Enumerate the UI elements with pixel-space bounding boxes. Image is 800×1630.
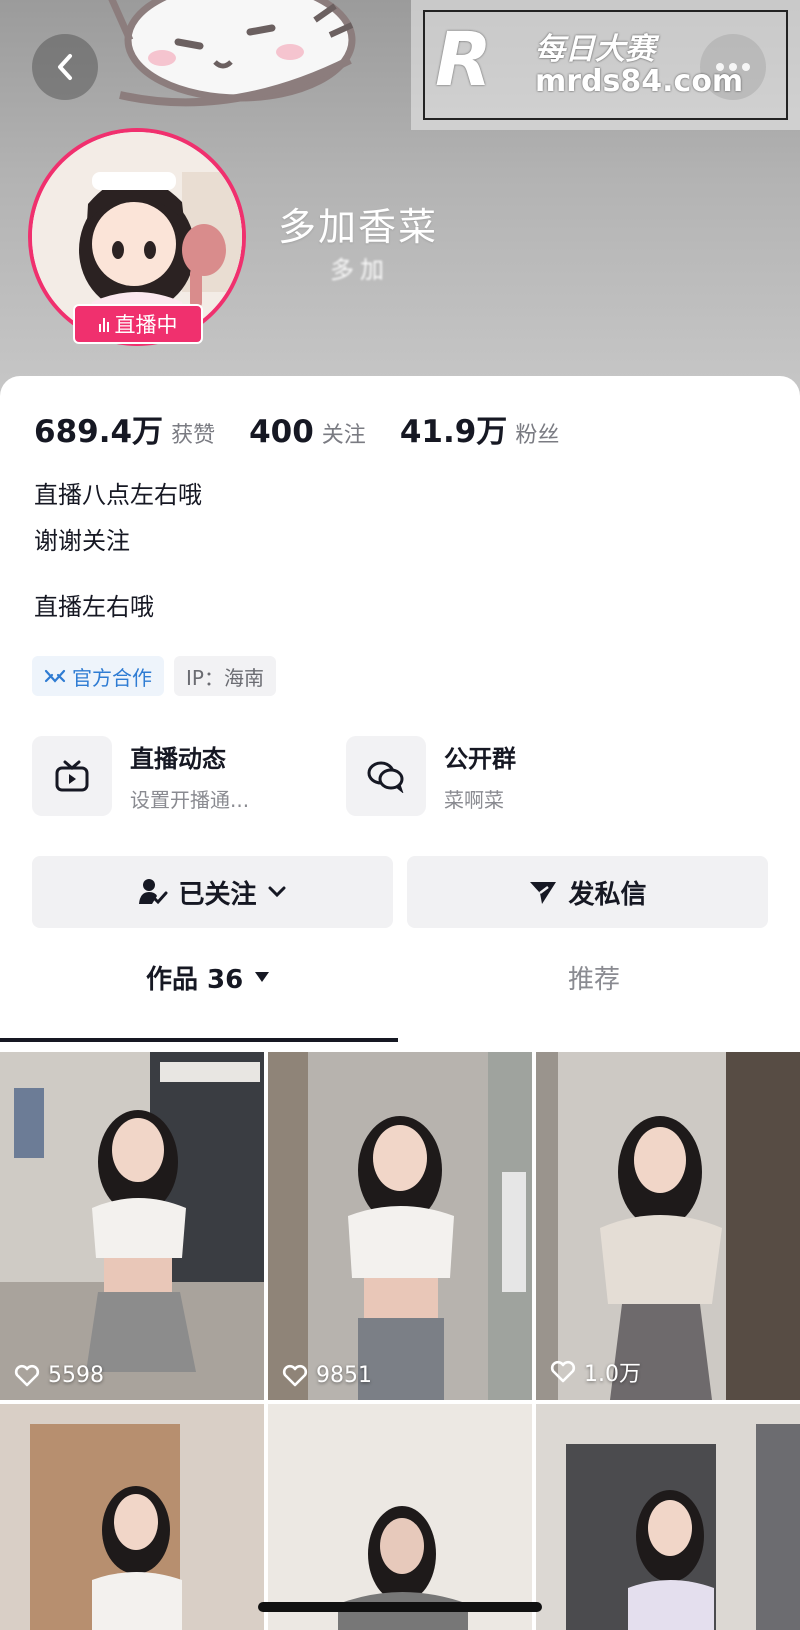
- video-cover-image: [536, 1404, 800, 1630]
- likes-value: 1.0万: [584, 1362, 641, 1387]
- watermark-logo: R: [435, 17, 492, 103]
- public-group-title: 公开群: [444, 745, 516, 773]
- public-group-entry[interactable]: 公开群 菜啊菜: [346, 736, 516, 816]
- stat-value: 41.9万: [399, 414, 508, 450]
- live-updates-title: 直播动态: [130, 745, 226, 773]
- likes-count: 9851: [282, 1363, 372, 1388]
- live-badge-label: 直播中: [114, 313, 178, 337]
- home-indicator[interactable]: [258, 1602, 542, 1612]
- handshake-icon: [44, 669, 66, 683]
- bio-spacer: [34, 564, 202, 584]
- stat-following[interactable]: 400 关注: [249, 414, 366, 450]
- video-cover-image: [268, 1052, 532, 1400]
- bio-line: 直播左右哦: [34, 593, 154, 621]
- tab-recommend[interactable]: 推荐: [568, 944, 620, 1010]
- video-thumbnail[interactable]: 9851: [268, 1052, 532, 1400]
- live-updates-entry[interactable]: 直播动态 设置开播通...: [32, 736, 249, 816]
- video-thumbnail[interactable]: 5598: [0, 1052, 264, 1400]
- bio-line: 谢谢关注: [34, 527, 130, 555]
- video-thumbnail[interactable]: [268, 1404, 532, 1630]
- back-button[interactable]: [32, 34, 98, 100]
- send-message-button[interactable]: 发私信: [407, 856, 768, 928]
- official-tag-label: 官方合作: [72, 665, 152, 690]
- video-thumbnail[interactable]: [536, 1404, 800, 1630]
- action-buttons: 已关注 发私信: [32, 856, 768, 928]
- video-cover-image: [0, 1052, 264, 1400]
- public-group-subtitle: 菜啊菜: [444, 788, 504, 812]
- likes-count: 1.0万: [550, 1356, 641, 1388]
- video-thumbnail[interactable]: 1.0万: [536, 1052, 800, 1400]
- likes-value: 5598: [48, 1363, 104, 1388]
- watermark-title: 每日大赛: [535, 32, 655, 67]
- followed-button-label: 已关注: [178, 879, 257, 910]
- video-cover-image: [0, 1404, 264, 1630]
- official-cooperation-tag[interactable]: 官方合作: [32, 656, 164, 696]
- nickname: 多加香菜: [278, 205, 439, 249]
- bio: 直播八点左右哦 谢谢关注 直播左右哦: [34, 472, 202, 630]
- chevron-left-icon: [58, 54, 72, 80]
- live-badge[interactable]: 直播中: [73, 304, 203, 344]
- tab-recommend-label: 推荐: [568, 964, 621, 995]
- live-updates-subtitle: 设置开播通...: [130, 788, 250, 812]
- ip-location-tag: IP：海南: [174, 656, 276, 696]
- active-tab-indicator: [0, 1038, 398, 1042]
- likes-count: 5598: [14, 1363, 104, 1388]
- likes-value: 9851: [316, 1363, 372, 1388]
- stat-followers[interactable]: 41.9万 粉丝: [400, 406, 560, 451]
- tag-row: 官方合作 IP：海南: [32, 656, 276, 696]
- stat-likes[interactable]: 689.4万 获赞: [34, 406, 215, 451]
- send-icon: [530, 882, 557, 904]
- user-check-icon: [139, 879, 168, 905]
- stat-label: 粉丝: [515, 423, 560, 448]
- ip-tag-label: IP：海南: [186, 665, 264, 690]
- stat-label: 关注: [321, 423, 366, 448]
- stat-label: 获赞: [171, 423, 216, 448]
- content-tabs: 作品 36 推荐: [0, 944, 800, 1014]
- chat-bubbles-icon: [346, 736, 426, 816]
- tab-works[interactable]: 作品 36: [146, 944, 271, 1010]
- stat-value: 689.4万: [34, 414, 164, 450]
- send-message-label: 发私信: [568, 879, 647, 910]
- heart-icon: [282, 1364, 308, 1386]
- stats-row: 689.4万 获赞 400 关注 41.9万 粉丝: [34, 406, 593, 451]
- stat-value: 400: [249, 414, 314, 450]
- video-cover-image: [268, 1404, 532, 1630]
- watermark: R 每日大赛 mrds84.com: [411, 0, 800, 130]
- cover-cartoon-illustration: [108, 0, 356, 107]
- profile-header: 直播中 多加香菜 多加 R 每日大赛 mrds84.com: [0, 0, 800, 400]
- bio-line: 直播八点左右哦: [34, 481, 202, 509]
- heart-icon: [14, 1364, 40, 1386]
- account-id: 多加: [330, 256, 390, 284]
- profile-card: 689.4万 获赞 400 关注 41.9万 粉丝 直播八点左右哦 谢谢关注 直…: [0, 376, 800, 1630]
- video-thumbnail[interactable]: [0, 1404, 264, 1630]
- chevron-down-icon: [268, 886, 285, 898]
- live-bars-icon: [98, 316, 109, 332]
- watermark-url: mrds84.com: [535, 64, 744, 99]
- tv-icon: [32, 736, 112, 816]
- tab-works-label: 作品 36: [146, 964, 244, 995]
- followed-button[interactable]: 已关注: [32, 856, 393, 928]
- caret-down-icon: [255, 972, 270, 982]
- heart-icon: [550, 1360, 576, 1383]
- video-cover-image: [536, 1052, 800, 1400]
